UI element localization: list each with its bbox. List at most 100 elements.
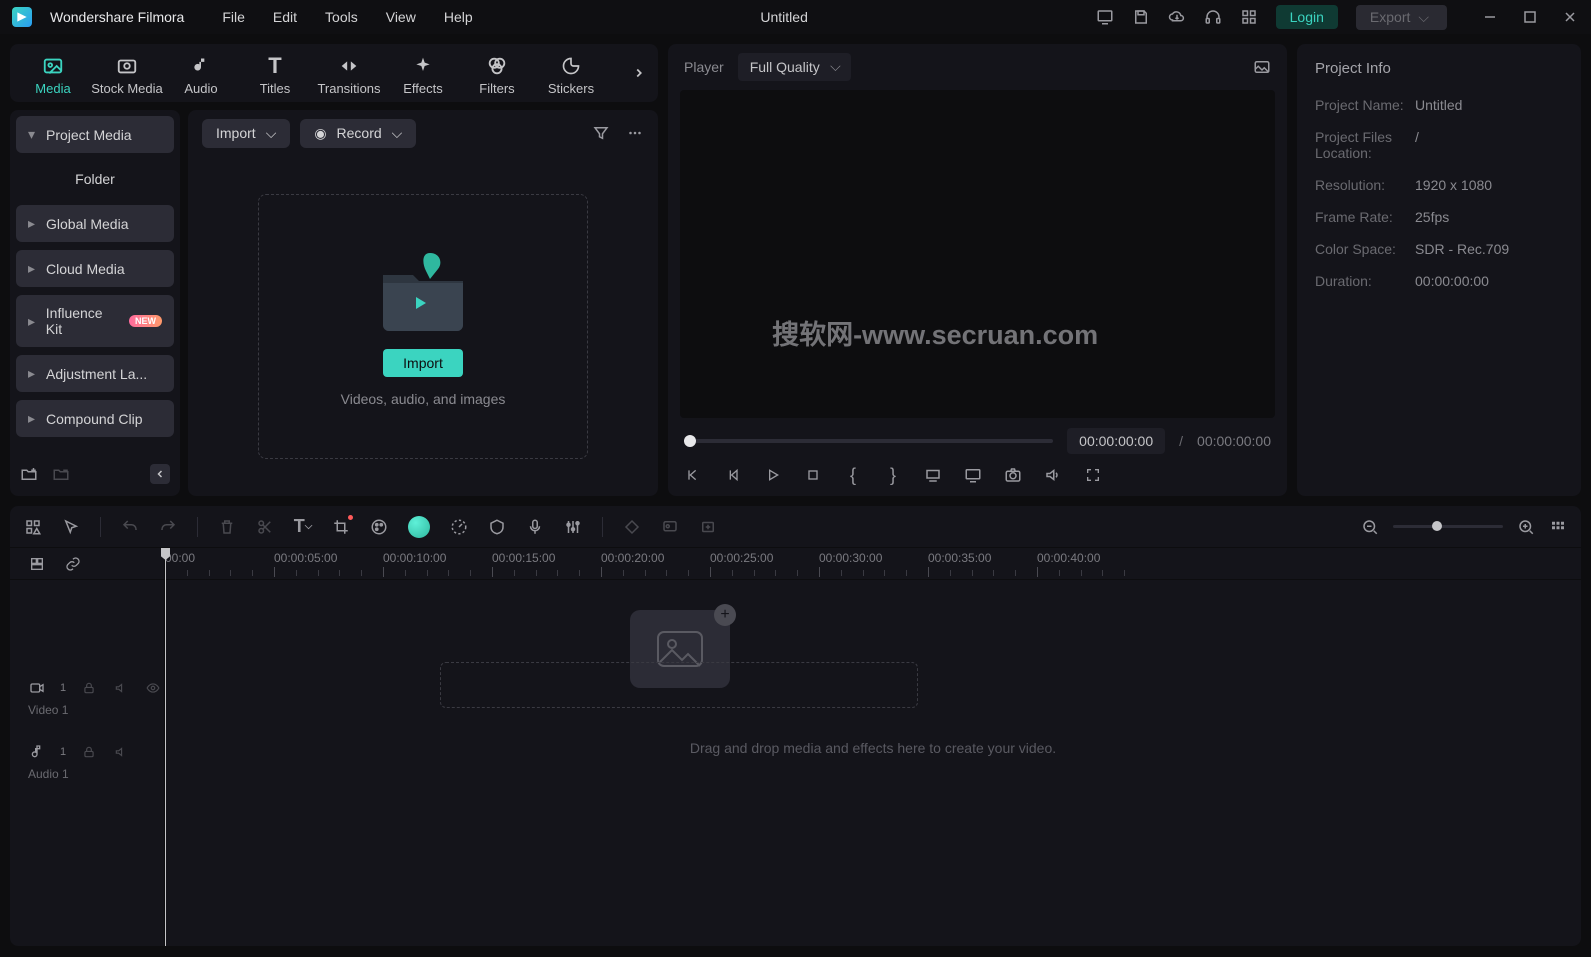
mask-icon[interactable]	[488, 518, 506, 536]
audio-track-icon[interactable]	[28, 743, 46, 761]
tab-stock-media[interactable]: Stock Media	[90, 51, 164, 96]
timeline-drop-target[interactable]	[440, 662, 918, 708]
zoom-slider[interactable]	[1393, 525, 1503, 528]
chevron-down-icon: ⌵	[392, 125, 403, 142]
lock-icon[interactable]	[80, 679, 98, 697]
quality-select[interactable]: Full Quality	[738, 53, 851, 81]
sidebar-item-project-media[interactable]: ▾Project Media	[16, 116, 174, 153]
export-button[interactable]: Export ⌵	[1356, 5, 1447, 30]
sidebar-item-influence-kit[interactable]: ▸Influence KitNEW	[16, 295, 174, 347]
tab-stickers[interactable]: Stickers	[534, 51, 608, 96]
layout-icon[interactable]	[24, 518, 42, 536]
sidebar-item-global-media[interactable]: ▸Global Media	[16, 205, 174, 242]
timeline-ruler[interactable]: 00:0000:00:05:0000:00:10:0000:00:15:0000…	[165, 548, 1581, 580]
timeline-canvas[interactable]: 00:0000:00:05:0000:00:10:0000:00:15:0000…	[165, 548, 1581, 946]
volume-icon[interactable]	[1044, 466, 1062, 484]
color-icon[interactable]	[370, 518, 388, 536]
play-icon[interactable]	[764, 466, 782, 484]
import-drop-zone[interactable]: Import Videos, audio, and images	[258, 194, 588, 459]
fullscreen-icon[interactable]	[1084, 466, 1102, 484]
link-icon[interactable]	[64, 555, 82, 573]
track-headers: 1 Video 1 1 Audio 1	[10, 548, 165, 946]
menu-help[interactable]: Help	[444, 9, 473, 25]
tab-filters[interactable]: Filters	[460, 51, 534, 96]
more-icon[interactable]	[626, 124, 644, 142]
snapshot-icon[interactable]	[1253, 58, 1271, 76]
display-settings-icon[interactable]	[964, 466, 982, 484]
sidebar-item-compound-clip[interactable]: ▸Compound Clip	[16, 400, 174, 437]
menu-tools[interactable]: Tools	[325, 9, 358, 25]
text-tool-icon[interactable]: T⌵	[294, 518, 312, 536]
apps-icon[interactable]	[1240, 8, 1258, 26]
split-icon[interactable]	[256, 518, 274, 536]
maximize-icon[interactable]	[1521, 8, 1539, 26]
preview-quality-icon[interactable]	[924, 466, 942, 484]
login-button[interactable]: Login	[1276, 5, 1338, 29]
menu-edit[interactable]: Edit	[273, 9, 297, 25]
step-back-icon[interactable]	[724, 466, 742, 484]
sidebar-item-cloud-media[interactable]: ▸Cloud Media	[16, 250, 174, 287]
folder-art-icon	[368, 245, 478, 335]
ai-tools-icon[interactable]	[408, 516, 430, 538]
menu-file[interactable]: File	[222, 9, 245, 25]
sidebar-collapse-button[interactable]	[150, 464, 170, 484]
timeline-panel: T⌵ 1	[10, 506, 1581, 946]
filter-icon[interactable]	[592, 124, 610, 142]
mark-out-icon[interactable]: }	[884, 466, 902, 484]
tabs-more-icon[interactable]	[630, 64, 648, 82]
add-media-icon: +	[714, 604, 736, 626]
watermark-text: 搜软网-www.secruan.com	[772, 313, 1098, 352]
mute-icon[interactable]	[112, 743, 130, 761]
mark-in-icon[interactable]: {	[844, 466, 862, 484]
video-track-icon[interactable]	[28, 679, 46, 697]
mute-icon[interactable]	[112, 679, 130, 697]
folder-remove-icon[interactable]	[52, 465, 70, 483]
voiceover-icon[interactable]	[526, 518, 544, 536]
redo-icon[interactable]	[159, 518, 177, 536]
minimize-icon[interactable]	[1481, 8, 1499, 26]
import-hint: Videos, audio, and images	[341, 391, 506, 407]
record-dropdown[interactable]: ◉Record⌵	[300, 119, 416, 148]
undo-icon[interactable]	[121, 518, 139, 536]
stop-icon[interactable]	[804, 466, 822, 484]
marker-icon[interactable]	[661, 518, 679, 536]
tab-transitions[interactable]: Transitions	[312, 51, 386, 96]
crop-icon[interactable]	[332, 518, 350, 536]
tab-titles[interactable]: TTitles	[238, 51, 312, 96]
zoom-in-icon[interactable]	[1517, 518, 1535, 536]
cursor-icon[interactable]	[62, 518, 80, 536]
app-name: Wondershare Filmora	[50, 9, 184, 25]
camera-icon[interactable]	[1004, 466, 1022, 484]
timeline-settings-icon[interactable]	[28, 555, 46, 573]
menu-view[interactable]: View	[386, 9, 416, 25]
zoom-out-icon[interactable]	[1361, 518, 1379, 536]
sidebar-item-adjustment-layer[interactable]: ▸Adjustment La...	[16, 355, 174, 392]
keyframe-icon[interactable]	[623, 518, 641, 536]
speed-icon[interactable]	[450, 518, 468, 536]
player-scrubber[interactable]	[684, 439, 1053, 443]
audio-mixer-icon[interactable]	[564, 518, 582, 536]
new-folder-icon[interactable]	[20, 465, 38, 483]
new-badge: NEW	[129, 315, 162, 327]
tab-effects[interactable]: Effects	[386, 51, 460, 96]
sidebar-item-folder[interactable]: Folder	[16, 161, 174, 197]
add-marker-icon[interactable]	[699, 518, 717, 536]
video-track-label: Video 1	[28, 703, 164, 717]
tab-media[interactable]: Media	[16, 51, 90, 96]
visibility-icon[interactable]	[144, 679, 162, 697]
player-label: Player	[684, 59, 724, 75]
close-icon[interactable]	[1561, 8, 1579, 26]
cloud-icon[interactable]	[1168, 8, 1186, 26]
project-info-title: Project Info	[1315, 60, 1563, 77]
save-icon[interactable]	[1132, 8, 1150, 26]
lock-icon[interactable]	[80, 743, 98, 761]
tab-audio[interactable]: Audio	[164, 51, 238, 96]
player-viewport: 搜软网-www.secruan.com	[680, 90, 1275, 418]
import-button[interactable]: Import	[383, 349, 463, 377]
timeline-view-icon[interactable]	[1549, 518, 1567, 536]
delete-icon[interactable]	[218, 518, 236, 536]
prev-frame-icon[interactable]	[684, 466, 702, 484]
headphones-icon[interactable]	[1204, 8, 1222, 26]
import-dropdown[interactable]: Import⌵	[202, 119, 290, 148]
display-icon[interactable]	[1096, 8, 1114, 26]
